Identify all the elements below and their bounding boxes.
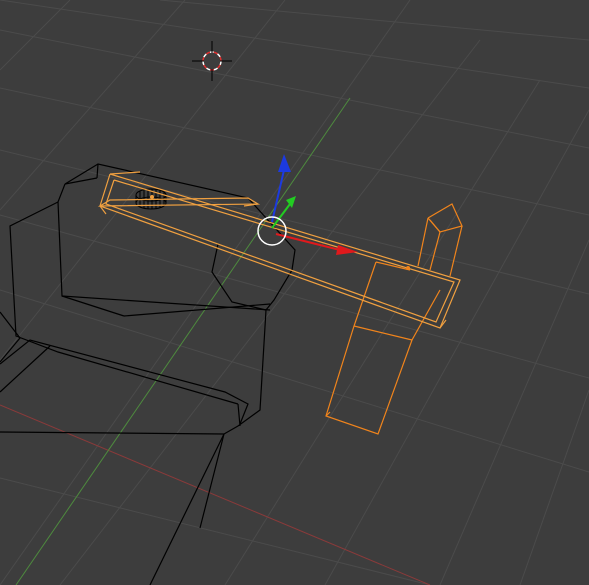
z-arrow-icon[interactable] xyxy=(278,154,291,172)
3d-viewport[interactable] xyxy=(0,0,589,585)
crane-arm-bar[interactable] xyxy=(97,171,461,329)
floor-grid xyxy=(0,0,589,585)
object-origin-dot xyxy=(150,195,154,199)
x-arrow-icon[interactable] xyxy=(336,245,358,255)
y-axis-line xyxy=(15,97,351,585)
object-origin-dot xyxy=(406,266,410,270)
transform-gizmo[interactable] xyxy=(257,154,358,255)
